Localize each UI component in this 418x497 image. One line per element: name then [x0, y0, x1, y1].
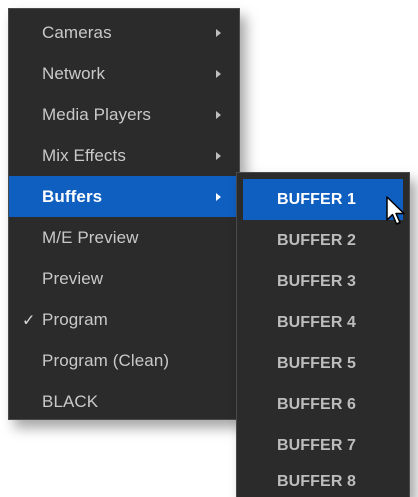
menu-item-network[interactable]: Network — [9, 53, 239, 94]
menu-item-mix-effects[interactable]: Mix Effects — [9, 135, 239, 176]
submenu-item-buffer-3[interactable]: BUFFER 3 — [237, 261, 409, 302]
submenu-item-buffer-6[interactable]: BUFFER 6 — [237, 384, 409, 425]
submenu-item-buffer-7[interactable]: BUFFER 7 — [237, 425, 409, 466]
submenu-arrow-icon — [216, 69, 221, 78]
menu-item-black[interactable]: BLACK — [9, 381, 239, 422]
menu-item-label: Network — [42, 63, 106, 83]
submenu-item-label: BUFFER 1 — [277, 190, 357, 208]
submenu-arrow-icon — [216, 110, 221, 119]
menu-item-label: Cameras — [42, 22, 112, 42]
menu-item-media-players[interactable]: Media Players — [9, 94, 239, 135]
submenu-item-label: BUFFER 7 — [277, 436, 357, 454]
submenu-item-label: BUFFER 6 — [277, 395, 357, 413]
submenu-item-buffer-8[interactable]: BUFFER 8 — [237, 466, 409, 497]
menu-item-label: Mix Effects — [42, 145, 126, 165]
menu-item-cameras[interactable]: Cameras — [9, 12, 239, 53]
menu-item-label: Buffers — [42, 186, 103, 206]
menu-item-preview[interactable]: Preview — [9, 258, 239, 299]
buffers-submenu: BUFFER 1 BUFFER 2 BUFFER 3 BUFFER 4 BUFF… — [236, 172, 410, 497]
context-menu-stage: Cameras Network Media Players Mix Effect… — [0, 0, 418, 497]
submenu-item-buffer-4[interactable]: BUFFER 4 — [237, 302, 409, 343]
menu-item-program-clean[interactable]: Program (Clean) — [9, 340, 239, 381]
submenu-item-buffer-1[interactable]: BUFFER 1 — [243, 179, 403, 220]
submenu-arrow-icon — [216, 192, 221, 201]
menu-item-label: M/E Preview — [42, 227, 139, 247]
submenu-item-label: BUFFER 5 — [277, 354, 357, 372]
main-menu: Cameras Network Media Players Mix Effect… — [8, 8, 240, 420]
submenu-item-label: BUFFER 2 — [277, 231, 357, 249]
submenu-item-label: BUFFER 4 — [277, 313, 357, 331]
submenu-item-buffer-5[interactable]: BUFFER 5 — [237, 343, 409, 384]
menu-item-label: Preview — [42, 268, 104, 288]
submenu-arrow-icon — [216, 28, 221, 37]
submenu-arrow-icon — [216, 151, 221, 160]
menu-item-program[interactable]: ✓ Program — [9, 299, 239, 340]
mouse-pointer-icon — [386, 196, 405, 225]
menu-item-label: Media Players — [42, 104, 152, 124]
menu-item-buffers[interactable]: Buffers — [9, 176, 239, 217]
submenu-item-label: BUFFER 3 — [277, 272, 357, 290]
submenu-item-label: BUFFER 8 — [277, 472, 357, 490]
menu-item-label: BLACK — [42, 391, 99, 411]
menu-item-label: Program (Clean) — [42, 350, 170, 370]
menu-item-me-preview[interactable]: M/E Preview — [9, 217, 239, 258]
submenu-item-buffer-2[interactable]: BUFFER 2 — [237, 220, 409, 261]
menu-item-label: Program — [42, 309, 108, 329]
checkmark-icon: ✓ — [22, 310, 36, 329]
